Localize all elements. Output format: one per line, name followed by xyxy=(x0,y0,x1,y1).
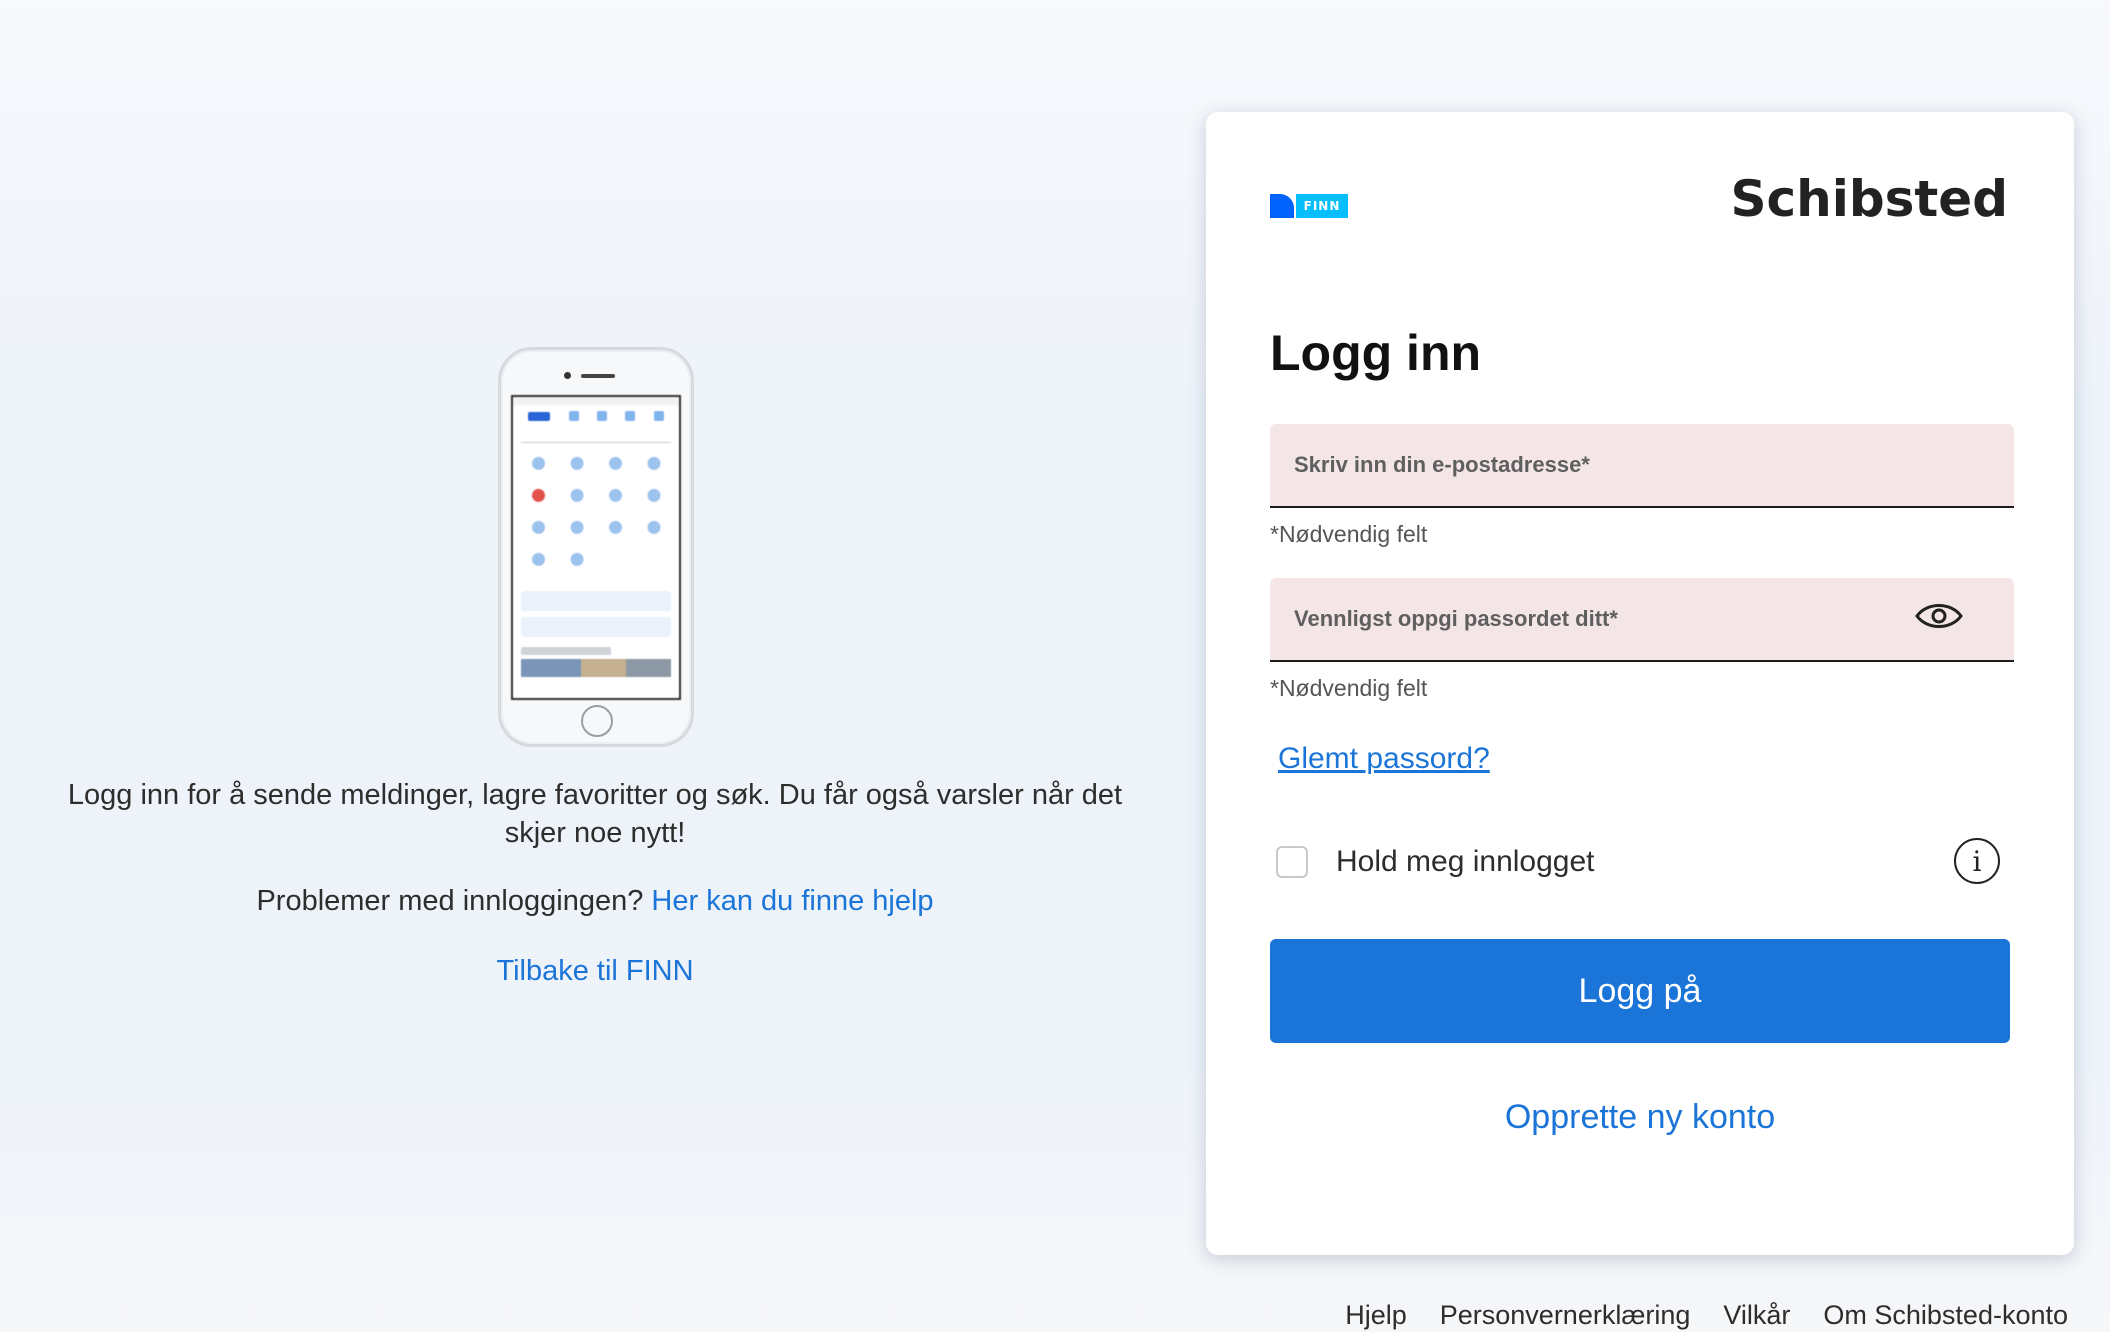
email-field-container xyxy=(1270,424,2014,508)
intro-text: Logg inn for å sende meldinger, lagre fa… xyxy=(67,779,1123,849)
info-icon[interactable]: i xyxy=(1954,838,2000,884)
page-title: Logg inn xyxy=(1270,325,1482,381)
remember-me-label: Hold meg innlogget xyxy=(1336,845,1595,878)
back-line: Tilbake til FINN xyxy=(60,952,1130,990)
create-account-link[interactable]: Opprette ny konto xyxy=(1206,1098,2074,1137)
help-line: Problemer med innloggingen? Her kan du f… xyxy=(60,882,1130,920)
login-button[interactable]: Logg på xyxy=(1270,939,2010,1043)
footer-links: Hjelp Personvernerklæring Vilkår Om Schi… xyxy=(1345,1300,2068,1331)
forgot-password-link[interactable]: Glemt passord? xyxy=(1278,742,1490,776)
footer-link-privacy[interactable]: Personvernerklæring xyxy=(1440,1300,1691,1331)
finn-logo-text: FINN xyxy=(1296,194,1348,218)
phone-screen-image xyxy=(511,395,681,700)
footer-link-terms[interactable]: Vilkår xyxy=(1723,1300,1790,1331)
password-field[interactable] xyxy=(1270,578,2014,660)
info-icon-glyph: i xyxy=(1972,844,1982,878)
email-helper-text: *Nødvendig felt xyxy=(1270,521,1428,547)
schibsted-logo: Schibsted xyxy=(1730,170,2008,228)
show-password-button[interactable] xyxy=(1914,598,1964,638)
eye-icon xyxy=(1915,601,1963,636)
remember-me-checkbox[interactable] xyxy=(1276,846,1308,878)
help-link[interactable]: Her kan du finne hjelp xyxy=(651,885,933,917)
remember-me[interactable]: Hold meg innlogget xyxy=(1276,842,1595,882)
promo-panel: Logg inn for å sende meldinger, lagre fa… xyxy=(0,0,1190,1332)
footer-link-about[interactable]: Om Schibsted-konto xyxy=(1823,1300,2068,1331)
finn-logo: FINN xyxy=(1270,194,1348,218)
finn-logo-mark xyxy=(1270,194,1294,218)
phone-illustration xyxy=(498,347,694,747)
login-card: FINN Schibsted Logg inn *Nødvendig felt … xyxy=(1206,112,2074,1255)
password-field-container xyxy=(1270,578,2014,662)
footer-link-help[interactable]: Hjelp xyxy=(1345,1300,1407,1331)
back-to-finn-link[interactable]: Tilbake til FINN xyxy=(496,955,693,987)
email-field[interactable] xyxy=(1270,424,2014,506)
password-helper-text: *Nødvendig felt xyxy=(1270,675,1428,701)
problems-text: Problemer med innloggingen? xyxy=(256,885,652,917)
